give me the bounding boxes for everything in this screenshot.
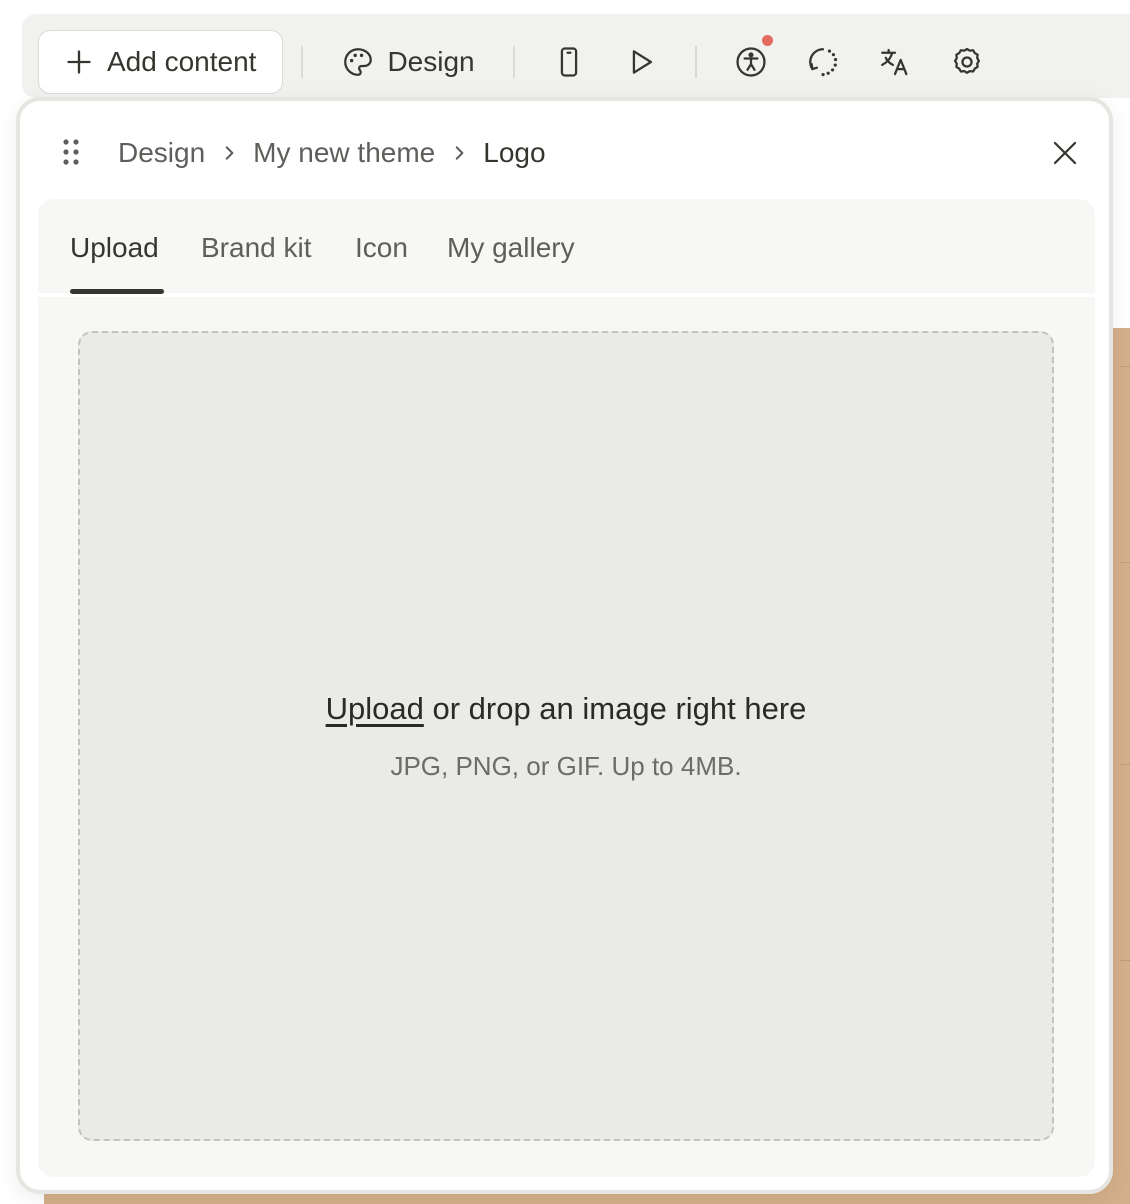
accessibility-button[interactable] — [715, 30, 787, 94]
design-label: Design — [387, 46, 475, 77]
dropzone-file-hint: JPG, PNG, or GIF. Up to 4MB. — [390, 751, 742, 781]
mobile-preview-button[interactable] — [533, 30, 605, 94]
chevron-right-icon — [205, 144, 253, 162]
toolbar-divider — [301, 46, 304, 78]
breadcrumb-design[interactable]: Design — [118, 137, 205, 169]
panel-body: Upload Brand kit Icon My gallery Upload … — [38, 199, 1095, 1177]
design-button[interactable]: Design — [321, 30, 494, 94]
panel-header: Design My new theme Logo — [20, 101, 1109, 201]
app-canvas: Add content Design Design My new theme L… — [0, 0, 1130, 1204]
tab-icon[interactable]: Icon — [355, 231, 408, 275]
tab-my-gallery[interactable]: My gallery — [447, 231, 575, 275]
logo-panel: Design My new theme Logo Upload Brand ki… — [16, 97, 1113, 1194]
logo-source-tabs: Upload Brand kit Icon My gallery — [38, 199, 1095, 297]
gear-icon — [953, 47, 980, 74]
tab-brand-kit[interactable]: Brand kit — [201, 231, 312, 275]
toolbar-divider — [694, 46, 697, 78]
palette-icon — [344, 48, 373, 76]
plus-icon — [67, 50, 91, 74]
breadcrumb: Design My new theme Logo — [118, 131, 546, 175]
notification-dot — [761, 35, 773, 46]
upload-link[interactable]: Upload — [326, 691, 424, 726]
tab-upload[interactable]: Upload — [70, 231, 159, 275]
toolbar-divider — [512, 46, 515, 78]
breadcrumb-theme[interactable]: My new theme — [253, 137, 435, 169]
play-icon — [632, 50, 652, 74]
close-icon — [1053, 141, 1077, 165]
editor-toolbar: Add content Design — [38, 30, 1003, 94]
dropzone-instruction: Upload or drop an image right here — [80, 691, 1052, 727]
add-content-label: Add content — [107, 46, 257, 77]
settings-button[interactable] — [931, 30, 1003, 94]
breadcrumb-logo: Logo — [483, 137, 546, 168]
drag-handle-icon[interactable] — [60, 137, 82, 167]
mobile-preview-icon — [560, 47, 577, 77]
close-panel-button[interactable] — [1037, 129, 1093, 177]
chevron-right-icon — [435, 144, 483, 162]
loading-icon — [808, 48, 837, 77]
image-dropzone[interactable]: Upload or drop an image right here JPG, … — [78, 331, 1054, 1141]
translate-icon — [880, 48, 908, 76]
add-content-button[interactable]: Add content — [38, 30, 284, 94]
active-tab-indicator — [70, 289, 164, 294]
accessibility-icon — [736, 47, 766, 77]
loading-settings-button[interactable] — [787, 30, 859, 94]
play-preview-button[interactable] — [605, 30, 677, 94]
translate-button[interactable] — [859, 30, 931, 94]
dropzone-instruction-text: or drop an image right here — [432, 691, 807, 726]
